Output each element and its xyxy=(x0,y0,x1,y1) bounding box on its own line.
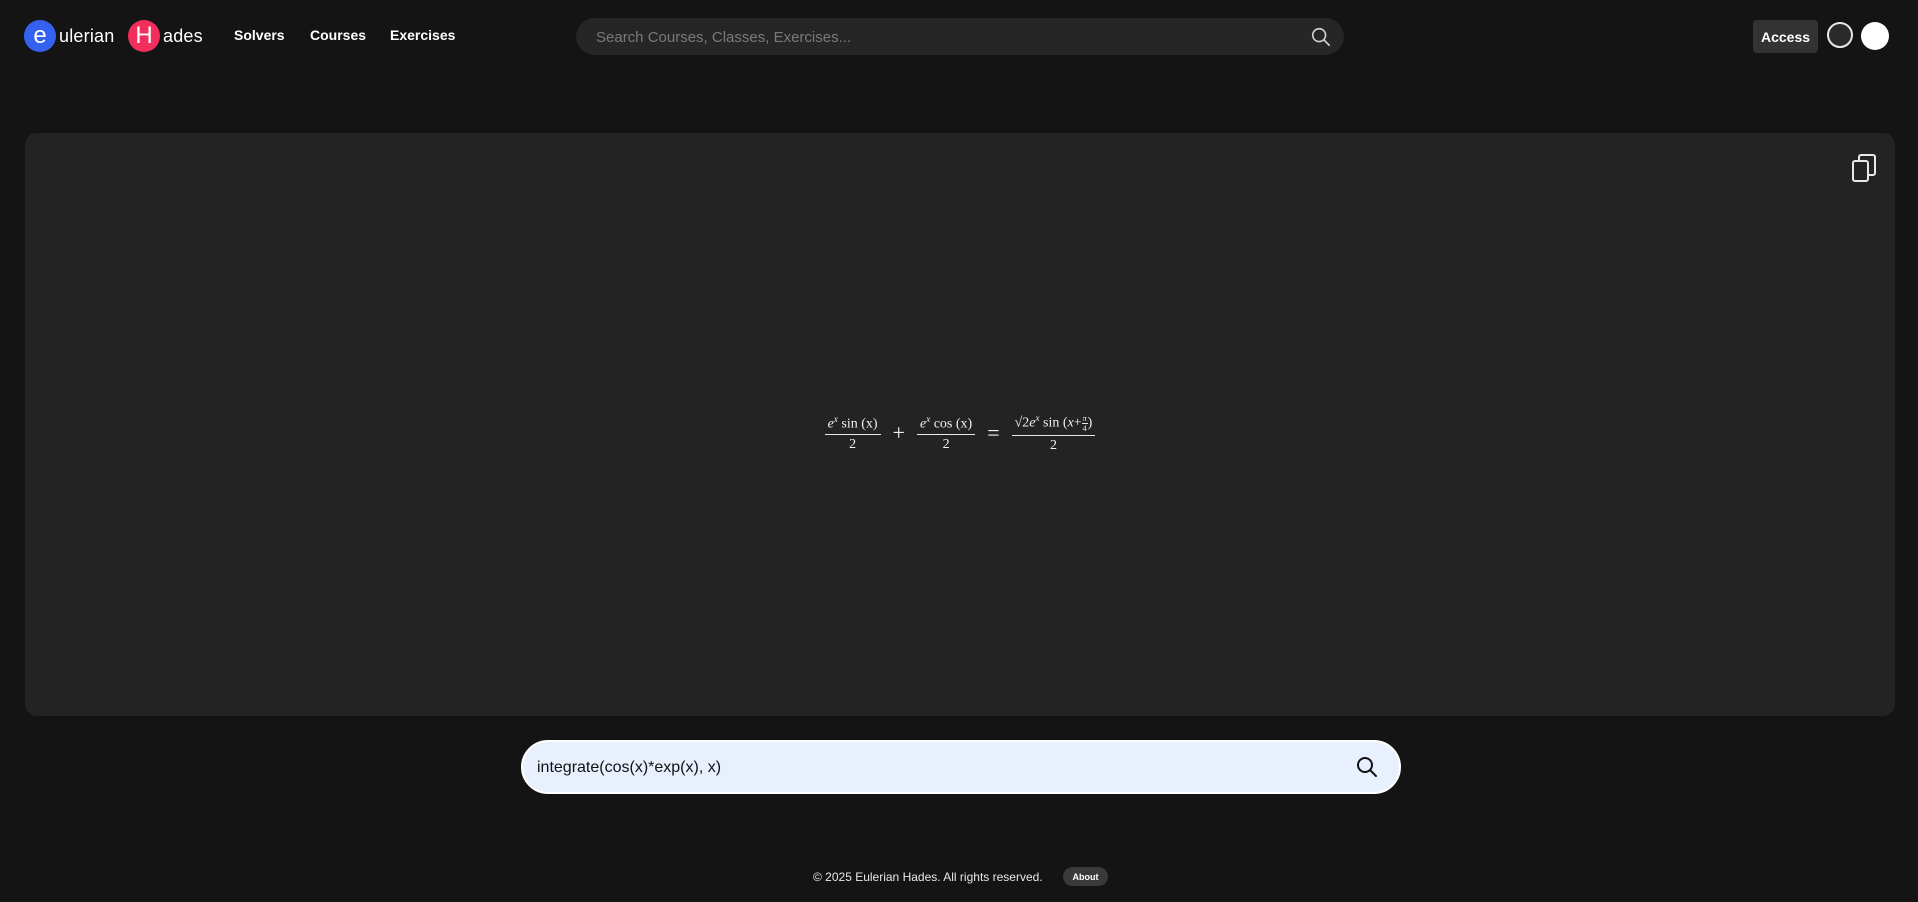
rhs-arg-plus: + xyxy=(1073,415,1082,431)
term2-numerator: ex cos (x) xyxy=(916,413,976,436)
hades-logo-badge: H xyxy=(128,20,160,52)
eulerian-logo-badge: e xyxy=(24,20,56,52)
pi-symbol: π xyxy=(1081,413,1088,424)
top-navbar: e ulerian H ades Solvers Courses Exercis… xyxy=(0,0,1918,72)
dark-theme-toggle[interactable] xyxy=(1827,22,1853,48)
copyright-text: © 2025 Eulerian Hades. All rights reserv… xyxy=(813,870,1043,884)
term2-denominator: 2 xyxy=(942,437,950,453)
term1-exponent: x xyxy=(833,413,838,424)
eulerian-logo-text: ulerian xyxy=(59,25,115,46)
copy-icon[interactable] xyxy=(1851,153,1877,183)
solve-search-icon[interactable] xyxy=(1355,755,1379,779)
rhs-denominator: 2 xyxy=(1049,437,1057,453)
expression-input-bar xyxy=(521,740,1401,794)
about-button[interactable]: About xyxy=(1063,867,1108,886)
hades-logo[interactable]: H ades xyxy=(128,20,203,52)
site-search-input[interactable] xyxy=(594,18,1298,57)
term1-fraction: ex sin (x) 2 xyxy=(824,413,881,454)
plus-operator: + xyxy=(892,420,905,446)
pi-over-four: π4 xyxy=(1081,413,1088,433)
hades-logo-text: ades xyxy=(163,25,203,46)
term1-denominator: 2 xyxy=(849,437,857,453)
four-symbol: 4 xyxy=(1082,423,1087,433)
sqrt-two: √2 xyxy=(1014,415,1030,431)
term1-function: sin (x) xyxy=(841,416,878,432)
nav-courses[interactable]: Courses xyxy=(310,27,366,43)
access-button[interactable]: Access xyxy=(1753,20,1818,53)
rhs-numerator: √2ex sin (x+ π 4) xyxy=(1011,413,1096,436)
expression-input[interactable] xyxy=(535,742,1329,794)
term1-numerator: ex sin (x) xyxy=(824,413,881,436)
result-panel: ex sin (x) 2 + ex cos (x) 2 = √2 ex sin (… xyxy=(25,133,1895,716)
math-result: ex sin (x) 2 + ex cos (x) 2 = √2 ex sin (… xyxy=(25,413,1895,454)
rhs-exponent: x xyxy=(1035,413,1040,423)
light-theme-toggle[interactable] xyxy=(1861,22,1889,50)
rhs-fraction: √2ex sin (x+ π 4) 2 xyxy=(1011,413,1096,454)
eulerian-logo[interactable]: e ulerian xyxy=(24,20,114,52)
rhs-function: sin xyxy=(1043,415,1060,431)
equals-operator: = xyxy=(987,420,1000,446)
term2-exponent: x xyxy=(926,413,931,424)
nav-solvers[interactable]: Solvers xyxy=(234,27,285,43)
term2-fraction: ex cos (x) 2 xyxy=(916,413,976,454)
nav-exercises[interactable]: Exercises xyxy=(390,27,455,43)
term2-function: cos (x) xyxy=(933,416,973,432)
site-search-bar xyxy=(576,18,1344,57)
search-icon[interactable] xyxy=(1310,26,1332,48)
